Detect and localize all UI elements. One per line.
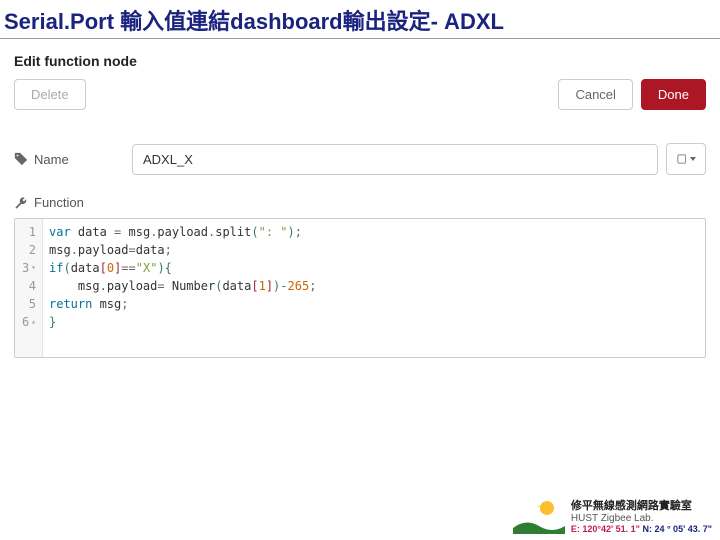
gutter-line: 6▴ — [19, 313, 36, 331]
name-label: Name — [14, 152, 124, 167]
coord-east: E: 120°42' 51. 1" — [571, 524, 640, 534]
code-line[interactable]: if(data[0]=="X"){ — [49, 259, 699, 277]
tag-icon — [14, 152, 28, 166]
gutter-line: 5 — [19, 295, 36, 313]
name-row: Name — [14, 143, 706, 175]
cancel-button[interactable]: Cancel — [558, 79, 632, 110]
name-input[interactable] — [132, 144, 658, 175]
fold-icon[interactable]: ▴ — [31, 313, 36, 331]
edit-function-dialog: Edit function node Delete Cancel Done Na… — [0, 39, 720, 358]
lab-coordinates: E: 120°42' 51. 1" N: 24 ° 05' 43. 7" — [571, 524, 712, 534]
footer: 修平無線感測網路實驗室 HUST Zigbee Lab. E: 120°42' … — [513, 496, 712, 534]
library-button[interactable] — [666, 143, 706, 175]
gutter-line: 3▾ — [19, 259, 36, 277]
coord-north: N: 24 ° 05' 43. 7" — [642, 524, 712, 534]
wrench-icon — [14, 196, 28, 210]
fold-icon[interactable]: ▾ — [31, 259, 36, 277]
code-line[interactable]: var data = msg.payload.split(": "); — [49, 223, 699, 241]
code-editor[interactable]: 123▾456▴ var data = msg.payload.split(":… — [14, 218, 706, 358]
function-label: Function — [14, 195, 124, 210]
delete-button[interactable]: Delete — [14, 79, 86, 110]
gutter-line: 1 — [19, 223, 36, 241]
code-line[interactable]: msg.payload=data; — [49, 241, 699, 259]
function-row: Function — [14, 195, 706, 210]
dialog-button-row: Delete Cancel Done — [14, 79, 706, 125]
caret-down-icon — [690, 157, 696, 161]
function-label-text: Function — [34, 195, 84, 210]
code-line[interactable]: msg.payload= Number(data[1])-265; — [49, 277, 699, 295]
lab-name-zh: 修平無線感測網路實驗室 — [571, 497, 712, 513]
footer-text: 修平無線感測網路實驗室 HUST Zigbee Lab. E: 120°42' … — [571, 497, 712, 534]
editor-code[interactable]: var data = msg.payload.split(": ");msg.p… — [43, 219, 705, 357]
lab-name-en: HUST Zigbee Lab. — [571, 513, 712, 524]
gutter-line: 4 — [19, 277, 36, 295]
name-label-text: Name — [34, 152, 69, 167]
slide-title: Serial.Port 輸入值連結dashboard輸出設定- ADXL — [0, 0, 720, 39]
code-line[interactable]: return msg; — [49, 295, 699, 313]
editor-gutter: 123▾456▴ — [15, 219, 43, 357]
dialog-header: Edit function node — [14, 45, 706, 79]
done-button[interactable]: Done — [641, 79, 706, 110]
lab-logo-icon — [513, 496, 565, 534]
gutter-line: 2 — [19, 241, 36, 259]
book-icon — [676, 153, 688, 165]
code-line[interactable]: } — [49, 313, 699, 331]
